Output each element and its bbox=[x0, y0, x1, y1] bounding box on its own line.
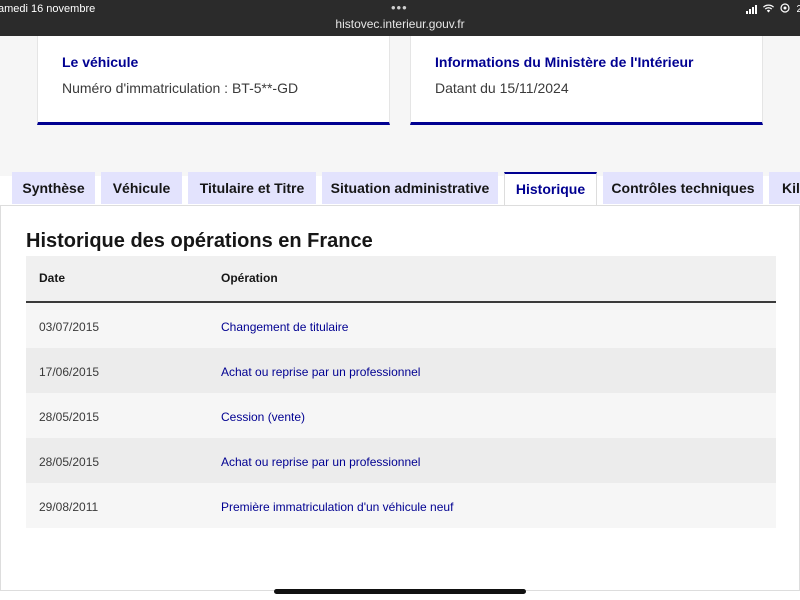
row-operation: Cession (vente) bbox=[221, 410, 306, 424]
registration-number: Numéro d'immatriculation : BT-5**-GD bbox=[62, 80, 299, 96]
address-bar-url[interactable]: histovec.interieur.gouv.fr bbox=[0, 17, 800, 31]
wifi-icon bbox=[763, 4, 775, 16]
signal-icon bbox=[746, 5, 758, 14]
vehicle-info-area: Le véhicule Numéro d'immatriculation : B… bbox=[0, 36, 800, 176]
vehicle-card: Le véhicule Numéro d'immatriculation : B… bbox=[37, 36, 390, 125]
row-operation: Changement de titulaire bbox=[221, 320, 349, 334]
tab-titulaire-titre[interactable]: Titulaire et Titre bbox=[188, 172, 316, 204]
tab-synthese[interactable]: Synthèse bbox=[12, 172, 95, 204]
row-date: 03/07/2015 bbox=[39, 320, 100, 334]
more-dots-icon[interactable]: ••• bbox=[391, 0, 408, 15]
status-bar: amedi 16 novembre ••• histovec.interieur… bbox=[0, 0, 800, 36]
row-date: 29/08/2011 bbox=[39, 500, 99, 514]
table-header: Date Opération bbox=[26, 256, 776, 303]
row-operation: Achat ou reprise par un professionnel bbox=[221, 455, 421, 469]
tab-situation-administrative[interactable]: Situation administrative bbox=[322, 172, 498, 204]
row-date: 17/06/2015 bbox=[39, 365, 100, 379]
row-date: 28/05/2015 bbox=[39, 455, 100, 469]
history-title: Historique des opérations en France bbox=[26, 230, 373, 252]
table-row: 29/08/2011 Première immatriculation d'un… bbox=[26, 483, 776, 528]
table-row: 03/07/2015 Changement de titulaire bbox=[26, 303, 776, 348]
row-date: 28/05/2015 bbox=[39, 410, 100, 424]
tab-bar: Synthèse Véhicule Titulaire et Titre Sit… bbox=[0, 172, 800, 207]
table-row: 28/05/2015 Cession (vente) bbox=[26, 393, 776, 438]
table-row: 28/05/2015 Achat ou reprise par un profe… bbox=[26, 438, 776, 483]
row-operation: Achat ou reprise par un professionnel bbox=[221, 365, 421, 379]
home-indicator[interactable] bbox=[274, 589, 526, 594]
tab-controles-techniques[interactable]: Contrôles techniques bbox=[603, 172, 763, 204]
vehicle-card-title: Le véhicule bbox=[62, 54, 139, 70]
ministry-card-title: Informations du Ministère de l'Intérieur bbox=[435, 54, 694, 70]
historique-panel: Historique des opérations en France Date… bbox=[0, 205, 800, 591]
orientation-lock-icon bbox=[780, 3, 791, 16]
tab-kilometrage[interactable]: Kilo bbox=[769, 172, 800, 204]
data-date: Datant du 15/11/2024 bbox=[435, 80, 569, 96]
history-table: Date Opération 03/07/2015 Changement de … bbox=[26, 256, 776, 528]
battery-level: 2 bbox=[796, 4, 800, 15]
ministry-card: Informations du Ministère de l'Intérieur… bbox=[410, 36, 763, 125]
table-row: 17/06/2015 Achat ou reprise par un profe… bbox=[26, 348, 776, 393]
row-operation: Première immatriculation d'un véhicule n… bbox=[221, 500, 454, 514]
column-operation: Opération bbox=[221, 271, 278, 285]
tab-vehicule[interactable]: Véhicule bbox=[101, 172, 182, 204]
status-date: amedi 16 novembre bbox=[0, 3, 96, 15]
column-date: Date bbox=[39, 271, 66, 285]
tab-historique[interactable]: Historique bbox=[504, 172, 597, 207]
status-icons: 2 bbox=[746, 3, 800, 16]
